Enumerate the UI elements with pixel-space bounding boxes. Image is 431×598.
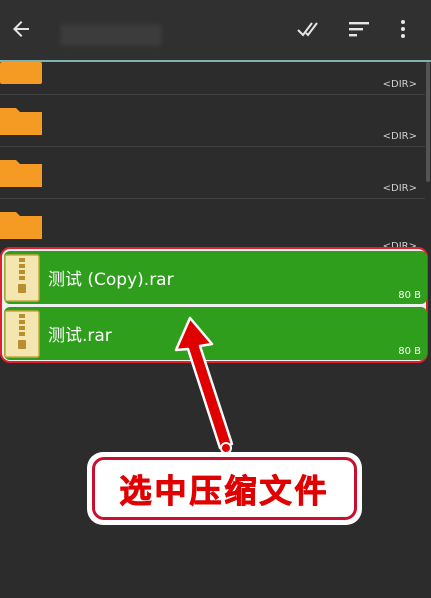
folder-icon <box>0 108 42 135</box>
list-item-folder[interactable]: <DIR> <box>0 95 425 147</box>
folder-icon <box>0 212 42 239</box>
scrollbar[interactable] <box>426 62 430 182</box>
annotation-callout-border: 选中压缩文件 <box>92 457 357 520</box>
dir-label: <DIR> <box>382 79 417 90</box>
archive-file-icon <box>4 310 40 358</box>
sort-icon[interactable] <box>342 12 376 46</box>
archive-file-icon <box>4 254 40 302</box>
folder-icon <box>0 160 42 187</box>
file-manager-screen: <DIR> <DIR> <DIR> <DIR> <box>0 0 431 598</box>
more-vert-icon[interactable] <box>386 12 420 46</box>
file-name: 测试.rar <box>48 326 112 346</box>
file-size: 80 B <box>398 290 421 301</box>
folder-icon <box>0 62 42 84</box>
list-item-file-selected[interactable]: 测试 (Copy).rar 80 B <box>4 251 427 304</box>
list-item-folder[interactable]: <DIR> <box>0 147 425 199</box>
selection-highlight: 测试 (Copy).rar 80 B 测试.rar 80 B <box>0 247 428 363</box>
annotation-callout: 选中压缩文件 <box>87 452 362 525</box>
dir-label: <DIR> <box>382 183 417 194</box>
annotation-label: 选中压缩文件 <box>119 471 330 510</box>
current-path-title-blurred <box>60 24 162 46</box>
list-item-file-selected[interactable]: 测试.rar 80 B <box>4 307 427 360</box>
list-item-folder[interactable]: <DIR> <box>0 62 425 95</box>
toolbar <box>0 0 431 62</box>
double-check-icon[interactable] <box>292 12 326 46</box>
file-size: 80 B <box>398 346 421 357</box>
file-name: 测试 (Copy).rar <box>48 270 174 290</box>
dir-label: <DIR> <box>382 131 417 142</box>
list-item-folder[interactable]: <DIR> <box>0 199 425 252</box>
back-arrow-icon[interactable] <box>4 12 38 46</box>
